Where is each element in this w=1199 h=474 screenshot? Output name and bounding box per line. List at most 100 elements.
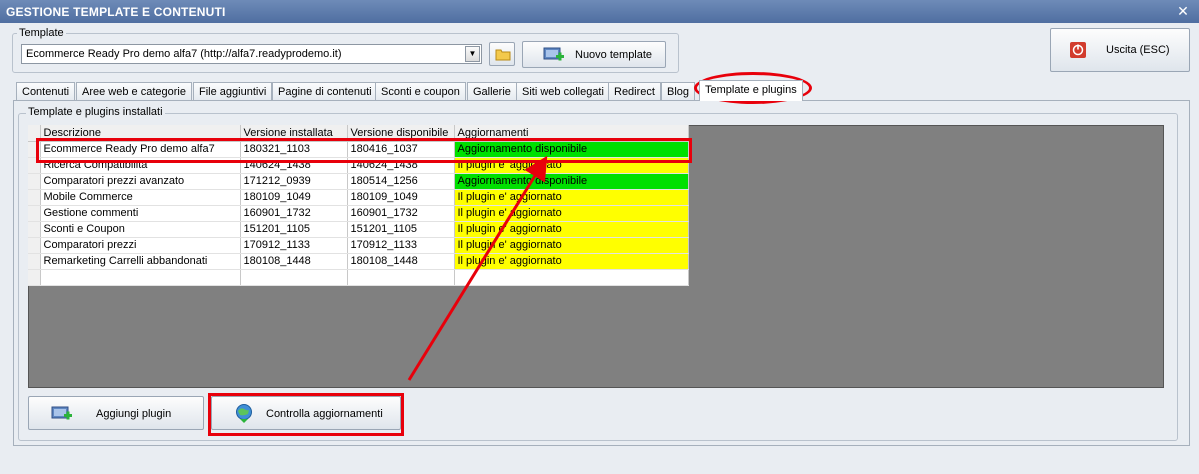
tab-siti-web[interactable]: Siti web collegati [516, 82, 610, 101]
table-row[interactable]: Comparatori prezzi avanzato 171212_0939 … [28, 173, 689, 190]
cell-available[interactable]: 160901_1732 [347, 205, 455, 222]
cell-available[interactable]: 140624_1438 [347, 157, 455, 174]
row-indicator [28, 237, 41, 254]
table-row[interactable]: Ecommerce Ready Pro demo alfa7 180321_11… [28, 141, 689, 158]
row-indicator [28, 221, 41, 238]
table-row[interactable]: Ricerca Compatibilita 140624_1438 140624… [28, 157, 689, 174]
cell-status[interactable]: Il plugin e' aggiornato [454, 253, 689, 270]
row-indicator-header [28, 125, 41, 142]
table-row[interactable]: Gestione commenti 160901_1732 160901_173… [28, 205, 689, 222]
tab-sconti-coupon[interactable]: Sconti e coupon [375, 82, 466, 101]
check-updates-button[interactable]: Controlla aggiornamenti [211, 396, 401, 430]
column-header[interactable]: Versione installata [240, 125, 348, 142]
column-header[interactable]: Versione disponibile [347, 125, 455, 142]
cell-installed[interactable]: 180321_1103 [240, 141, 348, 158]
cell-status[interactable]: Il plugin e' aggiornato [454, 189, 689, 206]
power-icon [1070, 42, 1086, 58]
column-header[interactable]: Descrizione [40, 125, 241, 142]
chevron-down-icon[interactable]: ▼ [465, 46, 480, 62]
cell-installed[interactable]: 140624_1438 [240, 157, 348, 174]
window-title: GESTIONE TEMPLATE E CONTENUTI [6, 5, 226, 19]
template-select[interactable]: Ecommerce Ready Pro demo alfa7 (http://a… [21, 44, 482, 64]
cell-status[interactable]: Il plugin e' aggiornato [454, 221, 689, 238]
tab-label: Aree web e categorie [82, 86, 186, 98]
tab-contenuti[interactable]: Contenuti [16, 82, 76, 101]
column-header[interactable]: Aggiornamenti [454, 125, 689, 142]
open-folder-button[interactable] [489, 42, 515, 66]
template-select-value: Ecommerce Ready Pro demo alfa7 (http://a… [26, 48, 342, 60]
cell-status[interactable]: Aggiornamento disponibile [454, 173, 689, 190]
cell-installed[interactable]: 180109_1049 [240, 189, 348, 206]
globe-update-icon [236, 404, 252, 423]
tab-label: Pagine di contenuti [278, 86, 372, 98]
tab-gallerie[interactable]: Gallerie [467, 82, 517, 101]
cell-available[interactable]: 180514_1256 [347, 173, 455, 190]
add-plugin-icon [51, 406, 72, 420]
cell-available[interactable]: 151201_1105 [347, 221, 455, 238]
tab-file-aggiuntivi[interactable]: File aggiuntivi [193, 82, 273, 101]
tab-blog[interactable]: Blog [661, 82, 696, 101]
cell-available[interactable]: 180416_1037 [347, 141, 455, 158]
table-row-empty[interactable] [28, 269, 689, 286]
installed-group-label: Template e plugins installati [26, 106, 165, 118]
tab-template-plugins[interactable]: Template e plugins [699, 80, 803, 101]
table-row[interactable]: Remarketing Carrelli abbandonati 180108_… [28, 253, 689, 270]
cell-installed[interactable]: 171212_0939 [240, 173, 348, 190]
cell-installed[interactable]: 180108_1448 [240, 253, 348, 270]
tab-label: Contenuti [22, 86, 70, 98]
template-group-label: Template [17, 27, 66, 39]
cell-empty[interactable] [454, 269, 689, 286]
table-header-row: Descrizione Versione installata Versione… [28, 125, 689, 142]
exit-label: Uscita (ESC) [1106, 44, 1170, 56]
tab-label: Template e plugins [705, 84, 797, 96]
cell-empty[interactable] [347, 269, 455, 286]
cell-status[interactable]: Il plugin e' aggiornato [454, 205, 689, 222]
cell-available[interactable]: 180108_1448 [347, 253, 455, 270]
row-indicator [28, 253, 41, 270]
cell-description[interactable]: Comparatori prezzi [40, 237, 241, 254]
cell-status[interactable]: Il plugin e' aggiornato [454, 237, 689, 254]
row-indicator [28, 205, 41, 222]
row-indicator [28, 269, 41, 286]
cell-available[interactable]: 170912_1133 [347, 237, 455, 254]
tab-label: File aggiuntivi [199, 86, 267, 98]
tab-label: Redirect [614, 86, 655, 98]
table-row[interactable]: Sconti e Coupon 151201_1105 151201_1105 … [28, 221, 689, 238]
window-titlebar: GESTIONE TEMPLATE E CONTENUTI ✕ [0, 0, 1199, 23]
plugins-table: Descrizione Versione installata Versione… [28, 125, 689, 286]
cell-empty[interactable] [40, 269, 241, 286]
add-template-icon [543, 47, 564, 61]
cell-empty[interactable] [240, 269, 348, 286]
new-template-label: Nuovo template [575, 49, 653, 61]
cell-status[interactable]: Il plugin e' aggiornato [454, 157, 689, 174]
table-row[interactable]: Mobile Commerce 180109_1049 180109_1049 … [28, 189, 689, 206]
row-indicator [28, 157, 41, 174]
cell-description[interactable]: Sconti e Coupon [40, 221, 241, 238]
tab-aree-web[interactable]: Aree web e categorie [76, 82, 192, 101]
row-indicator [28, 173, 41, 190]
add-plugin-button[interactable]: Aggiungi plugin [28, 396, 204, 430]
cell-description[interactable]: Remarketing Carrelli abbandonati [40, 253, 241, 270]
tab-pagine-contenuti[interactable]: Pagine di contenuti [272, 82, 378, 101]
cell-available[interactable]: 180109_1049 [347, 189, 455, 206]
tab-label: Sconti e coupon [381, 86, 460, 98]
add-plugin-label: Aggiungi plugin [96, 408, 172, 420]
cell-description[interactable]: Mobile Commerce [40, 189, 241, 206]
cell-installed[interactable]: 160901_1732 [240, 205, 348, 222]
folder-icon [495, 49, 511, 61]
cell-description[interactable]: Ecommerce Ready Pro demo alfa7 [40, 141, 241, 158]
cell-installed[interactable]: 170912_1133 [240, 237, 348, 254]
close-icon[interactable]: ✕ [1177, 3, 1189, 20]
cell-installed[interactable]: 151201_1105 [240, 221, 348, 238]
cell-description[interactable]: Gestione commenti [40, 205, 241, 222]
row-indicator [28, 189, 41, 206]
row-indicator [28, 141, 41, 158]
cell-status[interactable]: Aggiornamento disponibile [454, 141, 689, 158]
cell-description[interactable]: Comparatori prezzi avanzato [40, 173, 241, 190]
tab-label: Blog [667, 86, 690, 98]
tab-redirect[interactable]: Redirect [608, 82, 661, 101]
new-template-button[interactable]: Nuovo template [522, 41, 666, 68]
cell-description[interactable]: Ricerca Compatibilita [40, 157, 241, 174]
table-row[interactable]: Comparatori prezzi 170912_1133 170912_11… [28, 237, 689, 254]
exit-button[interactable]: Uscita (ESC) [1050, 28, 1190, 72]
